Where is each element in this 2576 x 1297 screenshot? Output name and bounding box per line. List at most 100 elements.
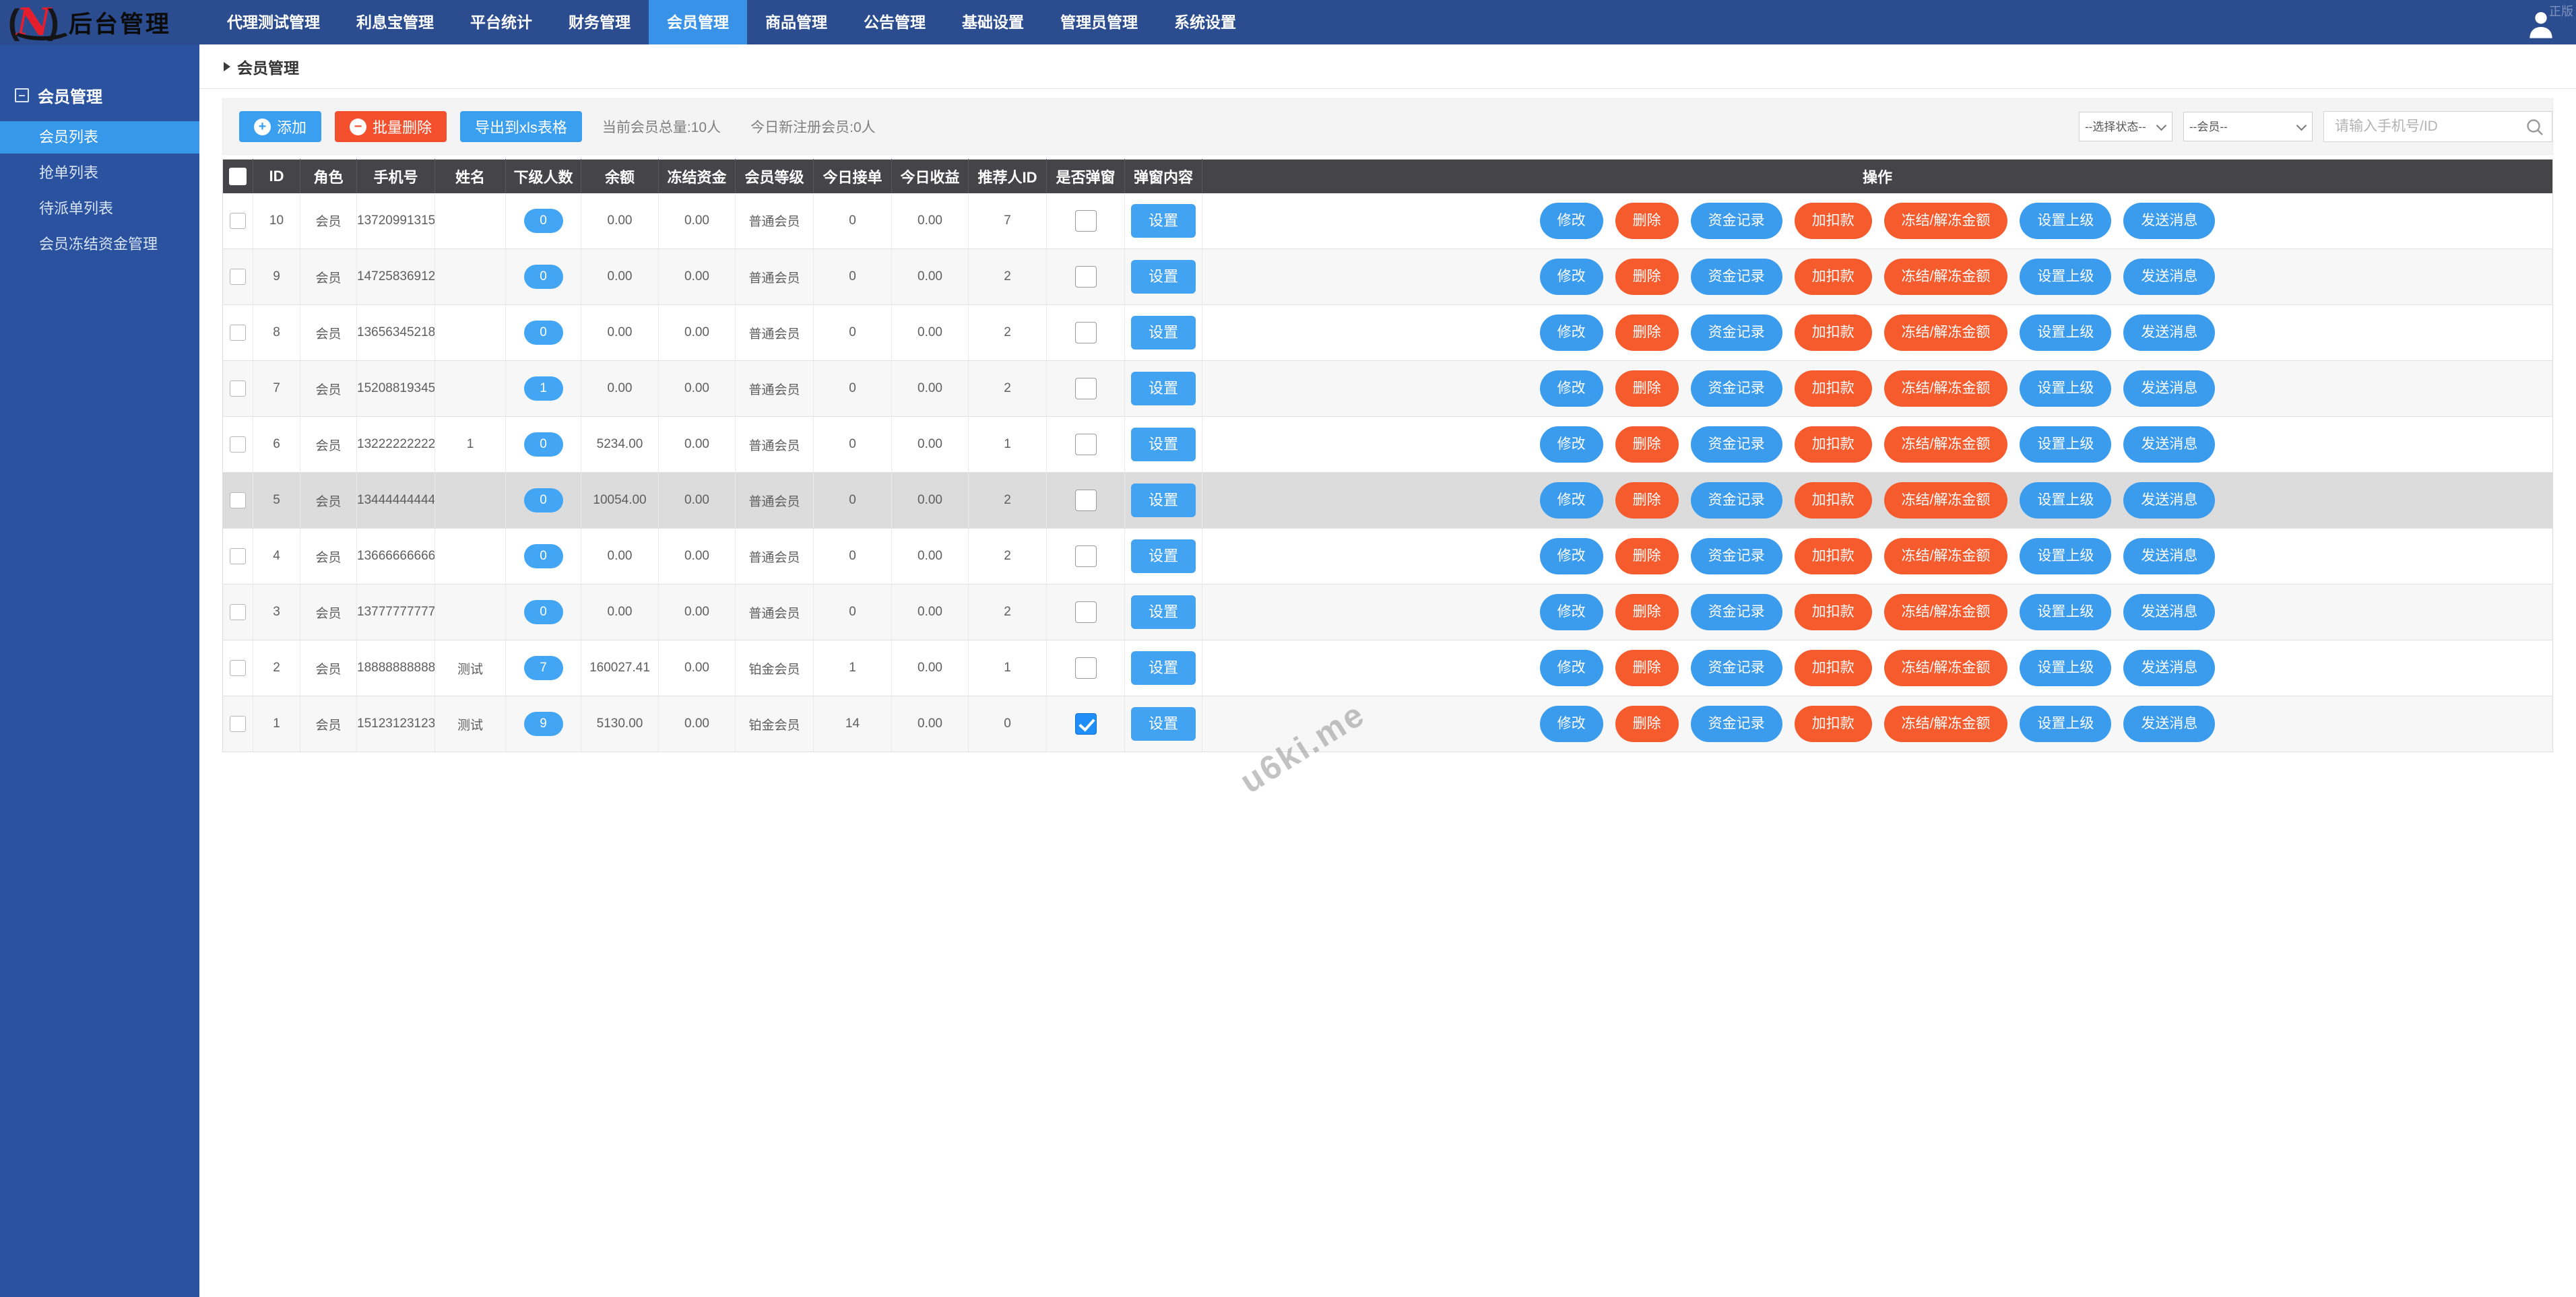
export-xls-button[interactable]: 导出到xls表格 [460,111,582,142]
action-add-deduct-button[interactable]: 加扣款 [1794,370,1872,407]
row-select-checkbox[interactable] [230,548,246,564]
popup-checkbox[interactable] [1074,601,1097,623]
action-funds-record-button[interactable]: 资金记录 [1690,650,1782,686]
popup-set-button[interactable]: 设置 [1131,707,1196,741]
action-funds-record-button[interactable]: 资金记录 [1690,202,1782,239]
action-delete-button[interactable]: 删除 [1615,594,1679,630]
select-all-checkbox[interactable] [229,168,247,186]
action-freeze-unfreeze-button[interactable]: 冻结/解冻金额 [1883,594,2008,630]
popup-checkbox[interactable] [1074,378,1097,399]
search-icon[interactable] [2525,117,2545,137]
popup-checkbox[interactable] [1074,266,1097,288]
nav-item-products[interactable]: 商品管理 [747,0,845,44]
action-delete-button[interactable]: 删除 [1615,314,1679,351]
popup-checkbox[interactable] [1074,490,1097,511]
action-send-message-button[interactable]: 发送消息 [2123,259,2216,295]
action-freeze-unfreeze-button[interactable]: 冻结/解冻金额 [1883,482,2008,519]
action-send-message-button[interactable]: 发送消息 [2123,594,2216,630]
sidebar-item-grab-orders[interactable]: 抢单列表 [0,157,199,189]
nav-item-basic-settings[interactable]: 基础设置 [944,0,1042,44]
action-add-deduct-button[interactable]: 加扣款 [1794,650,1872,686]
action-modify-button[interactable]: 修改 [1539,482,1603,519]
action-modify-button[interactable]: 修改 [1539,202,1603,239]
nav-item-finance[interactable]: 财务管理 [550,0,649,44]
action-modify-button[interactable]: 修改 [1539,314,1603,351]
popup-checkbox[interactable] [1074,545,1097,567]
sub-count-badge[interactable]: 0 [523,488,563,512]
row-select-checkbox[interactable] [230,269,246,285]
action-add-deduct-button[interactable]: 加扣款 [1794,706,1872,742]
sidebar-item-pending-dispatch[interactable]: 待派单列表 [0,193,199,225]
sidebar-section-members[interactable]: – 会员管理 [0,44,199,107]
batch-delete-button[interactable]: − 批量删除 [335,111,447,142]
action-delete-button[interactable]: 删除 [1615,259,1679,295]
action-add-deduct-button[interactable]: 加扣款 [1794,538,1872,574]
action-set-parent-button[interactable]: 设置上级 [2020,202,2112,239]
popup-set-button[interactable]: 设置 [1131,484,1196,517]
action-freeze-unfreeze-button[interactable]: 冻结/解冻金额 [1883,259,2008,295]
row-select-checkbox[interactable] [230,716,246,732]
sub-count-badge[interactable]: 0 [523,432,563,457]
action-add-deduct-button[interactable]: 加扣款 [1794,202,1872,239]
action-set-parent-button[interactable]: 设置上级 [2020,314,2112,351]
popup-set-button[interactable]: 设置 [1131,651,1196,685]
nav-item-system-settings[interactable]: 系统设置 [1156,0,1254,44]
row-select-checkbox[interactable] [230,492,246,508]
action-delete-button[interactable]: 删除 [1615,706,1679,742]
popup-set-button[interactable]: 设置 [1131,539,1196,573]
sub-count-badge[interactable]: 0 [523,600,563,624]
row-select-checkbox[interactable] [230,436,246,453]
action-modify-button[interactable]: 修改 [1539,370,1603,407]
popup-checkbox[interactable] [1074,434,1097,455]
action-add-deduct-button[interactable]: 加扣款 [1794,426,1872,463]
action-funds-record-button[interactable]: 资金记录 [1690,482,1782,519]
action-freeze-unfreeze-button[interactable]: 冻结/解冻金额 [1883,426,2008,463]
row-select-checkbox[interactable] [230,212,246,229]
action-funds-record-button[interactable]: 资金记录 [1690,538,1782,574]
sub-count-badge[interactable]: 7 [523,656,563,680]
action-freeze-unfreeze-button[interactable]: 冻结/解冻金额 [1883,370,2008,407]
status-filter-select[interactable]: --选择状态-- [2079,112,2172,141]
nav-item-platform-stats[interactable]: 平台统计 [452,0,550,44]
action-add-deduct-button[interactable]: 加扣款 [1794,259,1872,295]
action-set-parent-button[interactable]: 设置上级 [2020,706,2112,742]
action-funds-record-button[interactable]: 资金记录 [1690,370,1782,407]
action-delete-button[interactable]: 删除 [1615,538,1679,574]
popup-set-button[interactable]: 设置 [1131,372,1196,405]
action-delete-button[interactable]: 删除 [1615,202,1679,239]
action-funds-record-button[interactable]: 资金记录 [1690,594,1782,630]
search-input[interactable] [2324,112,2552,141]
action-send-message-button[interactable]: 发送消息 [2123,482,2216,519]
popup-checkbox[interactable] [1074,322,1097,343]
popup-set-button[interactable]: 设置 [1131,428,1196,461]
action-funds-record-button[interactable]: 资金记录 [1690,259,1782,295]
popup-set-button[interactable]: 设置 [1131,316,1196,350]
sidebar-item-member-list[interactable]: 会员列表 [0,121,199,154]
action-set-parent-button[interactable]: 设置上级 [2020,259,2112,295]
action-set-parent-button[interactable]: 设置上级 [2020,650,2112,686]
popup-set-button[interactable]: 设置 [1131,260,1196,294]
nav-item-admins[interactable]: 管理员管理 [1042,0,1156,44]
row-select-checkbox[interactable] [230,325,246,341]
member-filter-select[interactable]: --会员-- [2183,112,2313,141]
action-modify-button[interactable]: 修改 [1539,706,1603,742]
action-funds-record-button[interactable]: 资金记录 [1690,314,1782,351]
action-modify-button[interactable]: 修改 [1539,538,1603,574]
action-freeze-unfreeze-button[interactable]: 冻结/解冻金额 [1883,202,2008,239]
add-button[interactable]: + 添加 [239,111,322,142]
action-freeze-unfreeze-button[interactable]: 冻结/解冻金额 [1883,538,2008,574]
nav-item-agent-test[interactable]: 代理测试管理 [209,0,338,44]
collapse-minus-icon[interactable]: – [15,88,29,102]
row-select-checkbox[interactable] [230,660,246,676]
user-avatar-icon[interactable] [2527,9,2554,38]
sub-count-badge[interactable]: 0 [523,208,563,233]
action-freeze-unfreeze-button[interactable]: 冻结/解冻金额 [1883,706,2008,742]
action-modify-button[interactable]: 修改 [1539,426,1603,463]
action-send-message-button[interactable]: 发送消息 [2123,706,2216,742]
action-delete-button[interactable]: 删除 [1615,370,1679,407]
nav-item-members[interactable]: 会员管理 [649,0,747,44]
action-send-message-button[interactable]: 发送消息 [2123,650,2216,686]
action-send-message-button[interactable]: 发送消息 [2123,370,2216,407]
action-set-parent-button[interactable]: 设置上级 [2020,370,2112,407]
action-delete-button[interactable]: 删除 [1615,426,1679,463]
